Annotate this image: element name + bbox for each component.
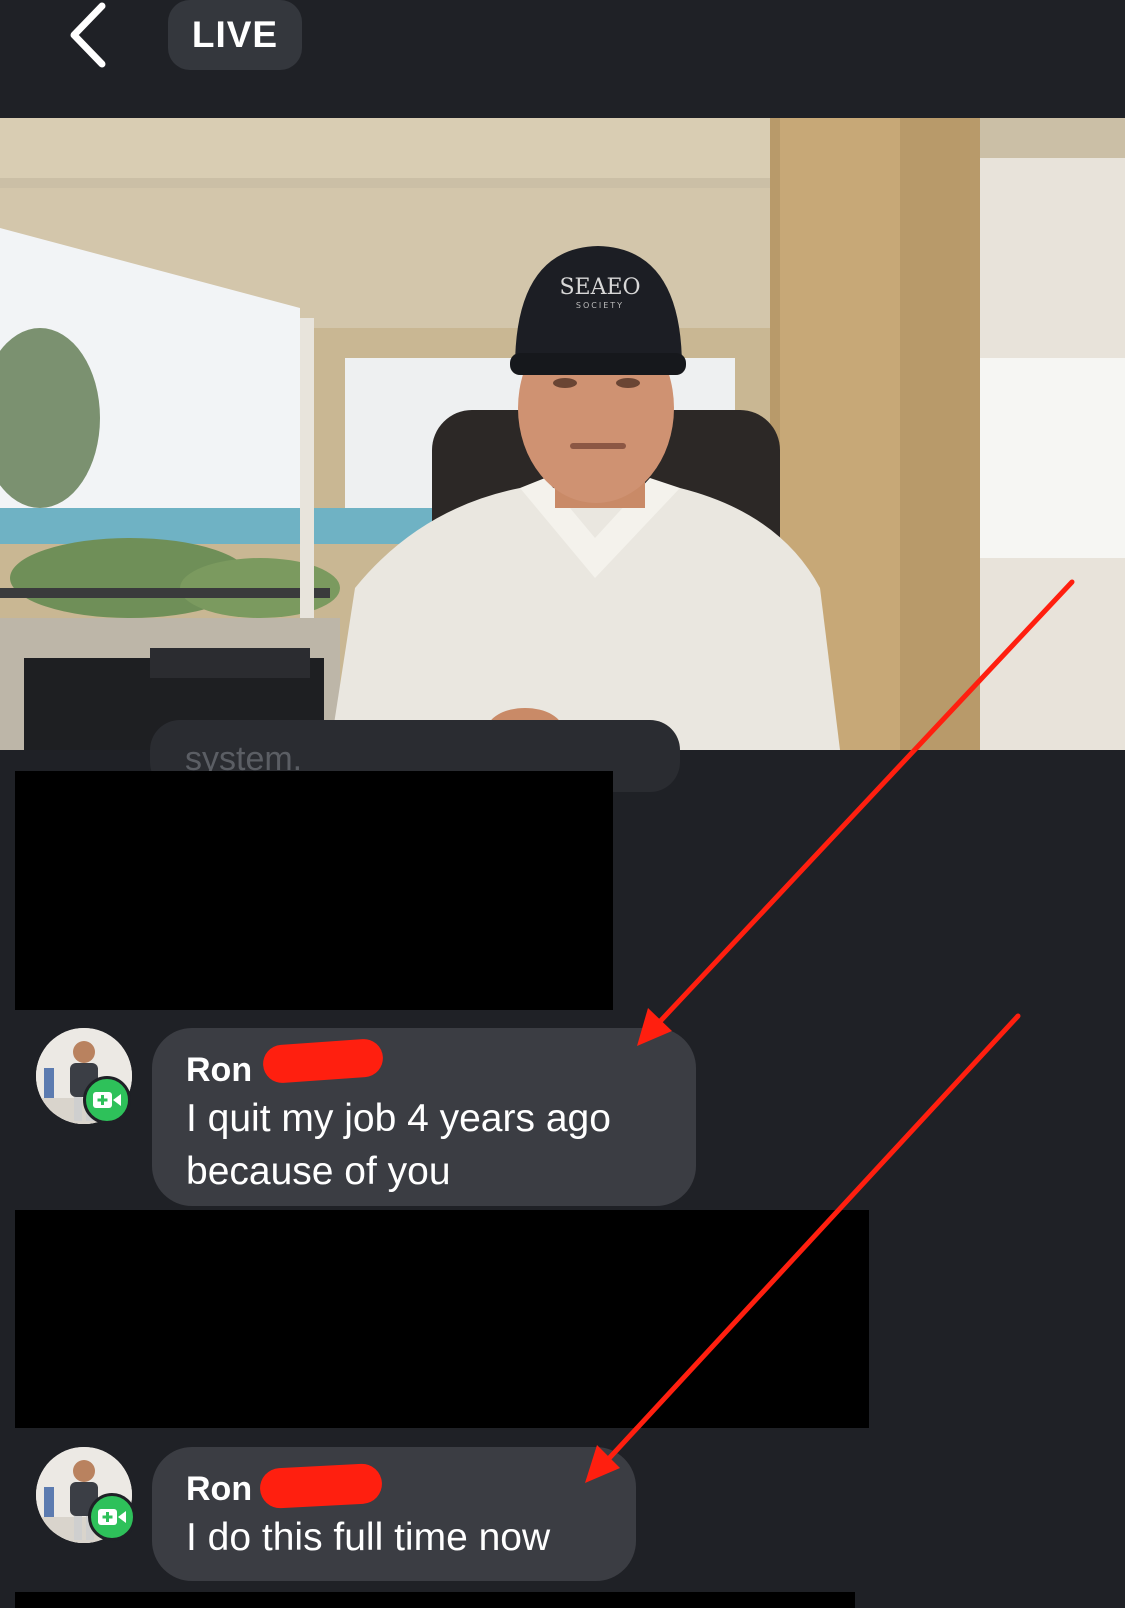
redaction-block — [15, 771, 613, 1010]
comment-text: I do this full time now — [186, 1516, 551, 1559]
cap-logo-subtext: SOCIETY — [576, 301, 624, 310]
comment-text: I quit my job 4 years ago because of you — [186, 1097, 611, 1193]
top-bar: LIVE — [0, 0, 1125, 118]
comment-bubble: Ron I quit my job 4 years ago because of… — [152, 1028, 696, 1206]
video-camera-plus-icon — [88, 1493, 136, 1541]
chevron-left-icon — [70, 2, 106, 68]
comment-author[interactable]: Ron — [186, 1467, 602, 1511]
live-badge: LIVE — [168, 0, 302, 70]
live-video[interactable]: SEAEO SOCIETY — [0, 118, 1125, 750]
video-camera-plus-icon — [83, 1076, 131, 1124]
comment-author[interactable]: Ron — [186, 1048, 662, 1092]
video-frame-image: SEAEO SOCIETY — [0, 118, 1125, 750]
live-label: LIVE — [191, 14, 279, 55]
redaction-block — [15, 1210, 869, 1428]
redaction-block — [15, 1592, 855, 1608]
live-chat: system. Ron I quit my job 4 years ago be… — [0, 720, 1125, 1608]
cap-logo-text: SEAEO — [559, 275, 640, 300]
back-button[interactable] — [62, 2, 122, 68]
name-redaction-scribble — [259, 1462, 383, 1510]
comment-bubble: Ron I do this full time now — [152, 1447, 636, 1581]
